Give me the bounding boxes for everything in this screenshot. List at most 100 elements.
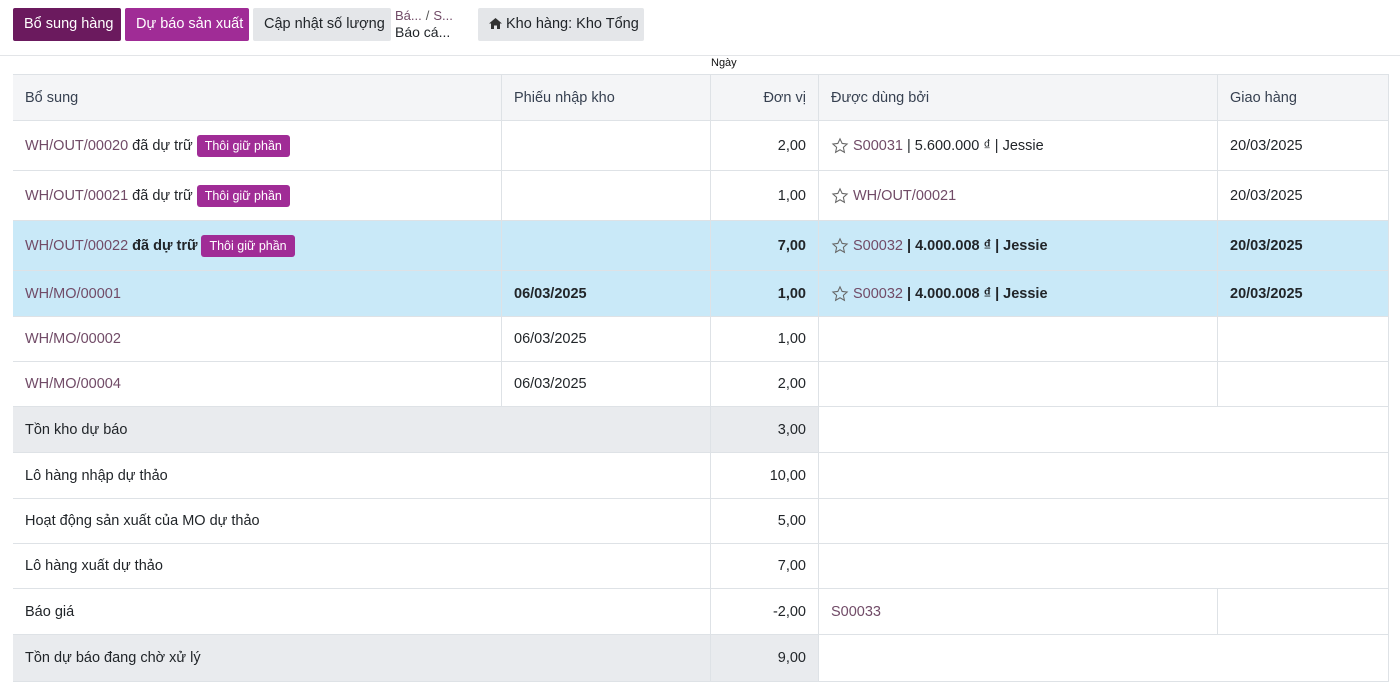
summary-rest (818, 407, 1389, 452)
replenish-cell: WH/OUT/00020 đã dự trữ Thôi giữ phần (13, 121, 501, 170)
receipt-cell (501, 121, 710, 170)
used-by-link[interactable]: S00031 (853, 138, 903, 154)
move-link[interactable]: WH/OUT/00021 (25, 188, 128, 204)
receipt-cell (501, 171, 710, 220)
move-link[interactable]: WH/MO/00002 (25, 331, 121, 347)
summary-quantity: 7,00 (710, 544, 818, 588)
move-link[interactable]: WH/MO/00004 (25, 376, 121, 392)
delivery-cell: 20/03/2025 (1217, 221, 1389, 270)
star-icon[interactable] (831, 285, 849, 303)
used-by-link[interactable]: WH/OUT/00021 (853, 188, 956, 204)
col-header-used-by: Được dùng bởi (818, 75, 1217, 120)
summary-label: Hoạt động sản xuất của MO dự thảo (25, 513, 260, 529)
replenish-button[interactable]: Bổ sung hàng (13, 8, 121, 41)
replenish-cell: WH/OUT/00022 đã dự trữ Thôi giữ phần (13, 221, 501, 270)
unreserve-button[interactable]: Thôi giữ phần (196, 184, 290, 207)
used-by-cell: WH/OUT/00021 (818, 171, 1217, 220)
used-by-link[interactable]: S00032 (853, 238, 903, 254)
summary-row-forecasted-inventory: Tồn kho dự báo 3,00 (13, 407, 1389, 453)
summary-rest (818, 499, 1389, 543)
receipt-cell (501, 221, 710, 270)
used-by-cell: S00031 | 5.600.000 ₫ | Jessie (818, 121, 1217, 170)
summary-quantity: 10,00 (710, 453, 818, 498)
receipt-cell: 06/03/2025 (501, 317, 710, 361)
breadcrumb: Bá... / S... Báo cá... (395, 8, 473, 40)
move-link[interactable]: WH/OUT/00020 (25, 138, 128, 154)
used-by-details: | 4.000.008 ₫ | Jessie (907, 285, 1048, 302)
quotation-link[interactable]: S00033 (831, 604, 881, 620)
delivery-cell (1217, 317, 1389, 361)
table-row: WH/OUT/00021 đã dự trữ Thôi giữ phần 1,0… (13, 171, 1389, 221)
summary-row-draft-deliveries: Lô hàng xuất dự thảo 7,00 (13, 544, 1389, 589)
date-header: Ngày (711, 57, 737, 69)
summary-label: Báo giá (25, 603, 75, 620)
replenish-cell: WH/MO/00004 (13, 362, 501, 406)
used-by-cell: S00033 (818, 589, 1217, 634)
replenish-cell: WH/MO/00001 (13, 271, 501, 316)
breadcrumb-current: Báo cá... (395, 24, 451, 40)
table-row: WH/MO/00004 06/03/2025 2,00 (13, 362, 1389, 407)
star-icon[interactable] (831, 187, 849, 205)
move-link[interactable]: WH/OUT/00022 (25, 238, 128, 254)
reserved-text: đã dự trữ (132, 137, 193, 154)
star-icon[interactable] (831, 237, 849, 255)
table-row: WH/OUT/00020 đã dự trữ Thôi giữ phần 2,0… (13, 121, 1389, 171)
summary-rest (818, 544, 1389, 588)
summary-quantity: 3,00 (710, 407, 818, 452)
summary-label: Tồn kho dự báo (25, 421, 128, 438)
summary-label: Lô hàng xuất dự thảo (25, 558, 163, 574)
summary-quantity: 9,00 (710, 635, 818, 681)
delivery-cell: 20/03/2025 (1217, 171, 1389, 220)
forecast-mo-button[interactable]: Dự báo sản xuất (125, 8, 249, 41)
col-header-quantity: Đơn vị (710, 75, 818, 120)
warehouse-filter-label: Kho hàng: Kho Tổng (506, 16, 639, 32)
used-by-cell: S00032 | 4.000.008 ₫ | Jessie (818, 271, 1217, 316)
receipt-cell: 06/03/2025 (501, 271, 710, 316)
unreserve-button[interactable]: Thôi giữ phần (201, 234, 295, 257)
summary-row-draft-receipts: Lô hàng nhập dự thảo 10,00 (13, 453, 1389, 499)
used-by-details: | 5.600.000 ₫ | Jessie (907, 137, 1044, 154)
used-by-cell (818, 317, 1217, 361)
summary-quantity: 5,00 (710, 499, 818, 543)
col-header-receipt: Phiếu nhập kho (501, 75, 710, 120)
breadcrumb-separator: / (425, 8, 430, 23)
table-header-row: Bổ sung Phiếu nhập kho Đơn vị Được dùng … (13, 74, 1389, 121)
table-row: WH/MO/00002 06/03/2025 1,00 (13, 317, 1389, 362)
reserved-text: đã dự trữ (132, 187, 193, 204)
breadcrumb-item-2[interactable]: S... (433, 8, 453, 23)
reserved-text: đã dự trữ (132, 237, 198, 254)
quantity-cell: 2,00 (710, 121, 818, 170)
quantity-cell: 1,00 (710, 317, 818, 361)
home-icon (489, 18, 502, 29)
receipt-cell: 06/03/2025 (501, 362, 710, 406)
used-by-cell: S00032 | 4.000.008 ₫ | Jessie (818, 221, 1217, 270)
col-header-replenish: Bổ sung (25, 89, 79, 106)
summary-label: Lô hàng nhập dự thảo (25, 467, 168, 484)
summary-row-draft-mo: Hoạt động sản xuất của MO dự thảo 5,00 (13, 499, 1389, 544)
replenish-cell: WH/OUT/00021 đã dự trữ Thôi giữ phần (13, 171, 501, 220)
control-panel: Bổ sung hàng Dự báo sản xuất Cập nhật số… (0, 0, 1400, 56)
used-by-link[interactable]: S00032 (853, 286, 903, 302)
summary-rest (818, 453, 1389, 498)
summary-quantity: -2,00 (710, 589, 818, 634)
update-quantity-button[interactable]: Cập nhật số lượng (253, 8, 391, 41)
warehouse-filter-button[interactable]: Kho hàng: Kho Tổng (478, 8, 644, 41)
col-header-delivery: Giao hàng (1217, 75, 1389, 120)
replenish-cell: WH/MO/00002 (13, 317, 501, 361)
delivery-cell: 20/03/2025 (1217, 271, 1389, 316)
delivery-cell: 20/03/2025 (1217, 121, 1389, 170)
used-by-details: | 4.000.008 ₫ | Jessie (907, 237, 1048, 254)
breadcrumb-item-1[interactable]: Bá... (395, 8, 422, 23)
quantity-cell: 2,00 (710, 362, 818, 406)
quantity-cell: 7,00 (710, 221, 818, 270)
quantity-cell: 1,00 (710, 171, 818, 220)
table-row: WH/OUT/00022 đã dự trữ Thôi giữ phần 7,0… (13, 221, 1389, 271)
unreserve-button[interactable]: Thôi giữ phần (196, 134, 290, 157)
move-link[interactable]: WH/MO/00001 (25, 286, 121, 302)
quantity-cell: 1,00 (710, 271, 818, 316)
star-icon[interactable] (831, 137, 849, 155)
delivery-cell (1217, 362, 1389, 406)
table-row: WH/MO/00001 06/03/2025 1,00 S00032 | 4.0… (13, 271, 1389, 317)
used-by-cell (818, 362, 1217, 406)
delivery-cell (1217, 589, 1389, 634)
